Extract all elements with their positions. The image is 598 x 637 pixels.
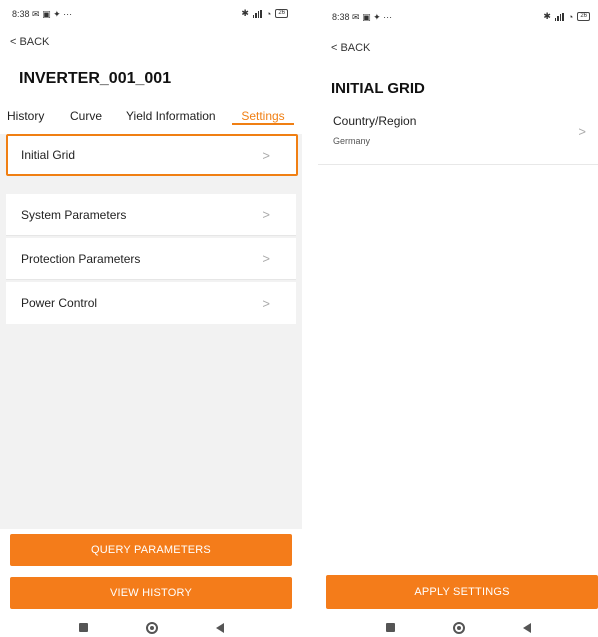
back-button[interactable]: < BACK [331, 42, 370, 54]
system-nav-bar [0, 618, 302, 637]
notification-icons: ✉ ▣ ✦ [352, 12, 384, 22]
query-parameters-button[interactable]: QUERY PARAMETERS [10, 534, 292, 566]
wifi-icon: ◔ [567, 11, 574, 22]
system-nav-bar [318, 618, 598, 637]
menu-item-initial-grid[interactable]: Initial Grid > [6, 134, 296, 176]
tab-yield-information[interactable]: Yield Information [126, 107, 216, 123]
page-title: INITIAL GRID [331, 80, 425, 97]
tab-bar: History Curve Yield Information Settings [0, 107, 302, 131]
recent-apps-icon[interactable] [78, 623, 88, 632]
battery-icon: 26 [577, 12, 590, 21]
signal-icon [252, 9, 262, 18]
bluetooth-icon: ✱ [241, 8, 249, 18]
status-time: 8:38 [332, 12, 350, 22]
chevron-right-icon: > [262, 295, 270, 311]
recent-apps-icon[interactable] [385, 623, 395, 632]
bluetooth-icon: ✱ [543, 11, 551, 21]
more-notifications: ··· [383, 12, 393, 22]
menu-item-label: Initial Grid [21, 148, 76, 162]
country-region-row[interactable]: Country/Region Germany > [318, 110, 598, 165]
inverter-settings-screen: 8:38 ✉ ▣ ✦ ··· ✱ ◔ 26 < BACK INVERTER_00… [0, 0, 302, 637]
tab-curve[interactable]: Curve [70, 107, 102, 123]
home-icon[interactable] [452, 621, 465, 634]
chevron-right-icon: > [262, 147, 270, 163]
menu-item-label: System Parameters [21, 207, 127, 222]
country-region-label: Country/Region [333, 114, 417, 128]
back-button[interactable]: < BACK [10, 36, 49, 48]
chevron-right-icon: > [578, 124, 586, 139]
status-time: 8:38 [12, 9, 30, 19]
chevron-left-icon: < [331, 42, 338, 54]
battery-icon: 26 [275, 9, 288, 18]
signal-icon [554, 12, 564, 21]
apply-settings-button[interactable]: APPLY SETTINGS [326, 575, 598, 609]
initial-grid-screen: 8:38 ✉ ▣ ✦ ··· ✱ ◔ 26 < BACK INITIAL GRI… [318, 0, 598, 637]
menu-item-label: Power Control [21, 296, 98, 310]
menu-item-system-parameters[interactable]: System Parameters > [6, 194, 296, 236]
menu-item-protection-parameters[interactable]: Protection Parameters > [6, 238, 296, 280]
chevron-right-icon: > [262, 251, 270, 266]
chevron-left-icon: < [10, 36, 17, 48]
status-bar: 8:38 ✉ ▣ ✦ ··· ✱ ◔ 26 [318, 0, 598, 30]
tab-settings[interactable]: Settings [232, 107, 294, 125]
country-region-value: Germany [333, 136, 371, 146]
tab-history[interactable]: History [7, 107, 44, 123]
view-history-button[interactable]: VIEW HISTORY [10, 577, 292, 609]
wifi-icon: ◔ [265, 8, 272, 19]
back-triangle-icon[interactable] [215, 622, 224, 633]
back-label: BACK [19, 36, 50, 48]
chevron-right-icon: > [262, 207, 270, 222]
back-triangle-icon[interactable] [522, 622, 531, 633]
home-icon[interactable] [145, 621, 158, 634]
back-label: BACK [340, 42, 371, 54]
status-bar: 8:38 ✉ ▣ ✦ ··· ✱ ◔ 26 [0, 0, 302, 30]
notification-icons: ✉ ▣ ✦ [32, 9, 64, 19]
more-notifications: ··· [63, 9, 73, 19]
menu-item-label: Protection Parameters [21, 251, 141, 266]
page-title: INVERTER_001_001 [19, 70, 172, 87]
menu-item-power-control[interactable]: Power Control > [6, 282, 296, 324]
